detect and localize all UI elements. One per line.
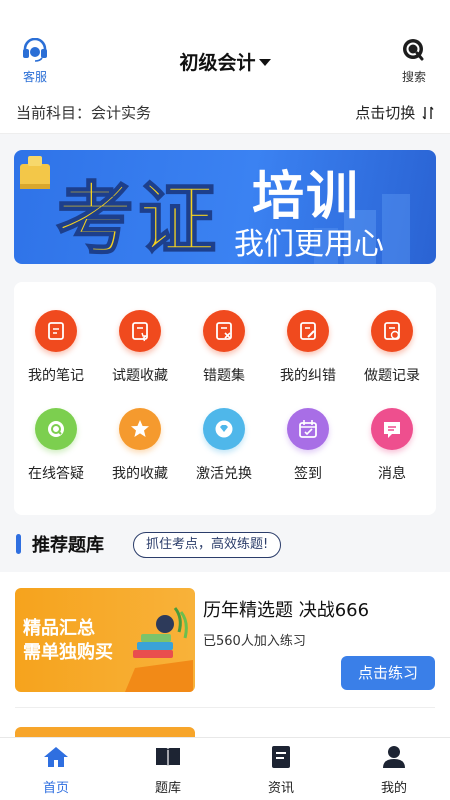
grid-item-practice-record[interactable]: 做题记录 bbox=[350, 310, 434, 385]
grid-item-label: 错题集 bbox=[203, 368, 245, 384]
caret-down-icon bbox=[258, 58, 271, 66]
grid-item-diamond[interactable]: 激活兑换 bbox=[182, 408, 266, 483]
wrong-questions-icon bbox=[203, 310, 245, 352]
thumbnail-line2: 需单独购买 bbox=[23, 641, 113, 662]
online-qa-icon bbox=[35, 408, 77, 450]
banner-line2: 培训 bbox=[252, 168, 360, 226]
promo-banner[interactable]: 考证 培训 我们更用心 bbox=[14, 150, 436, 264]
course-title: 历年精选题 决战666 bbox=[203, 600, 370, 621]
switch-subject-button[interactable]: 点击切换 bbox=[355, 102, 434, 123]
tab-news[interactable]: 资讯 bbox=[241, 746, 321, 796]
star-icon bbox=[119, 408, 161, 450]
banner-line3: 我们更用心 bbox=[234, 228, 384, 261]
course-participants: 已560人加入练习 bbox=[203, 634, 306, 649]
feature-grid: 我的笔记 试题收藏 错题集 我的纠错 做题记录在线答疑 我的收藏 激活兑换 签到 消息 bbox=[14, 282, 436, 515]
search-label: 搜索 bbox=[401, 70, 426, 84]
course-list: 精品汇总 需单独购买 历年精选题 决战666 已560人加入练习 点击练习 bbox=[0, 572, 450, 737]
grid-item-label: 我的纠错 bbox=[280, 368, 336, 384]
subject-bar: 当前科目：会计实务 点击切换 bbox=[0, 92, 450, 134]
grid-item-message[interactable]: 消息 bbox=[350, 408, 434, 483]
bottom-tab-bar: 首页 题库 资讯 我的 bbox=[0, 737, 450, 800]
home-icon bbox=[44, 747, 68, 767]
tab-question-bank-label: 题库 bbox=[154, 781, 181, 796]
user-icon bbox=[383, 746, 405, 768]
page-title: 初级会计 bbox=[179, 52, 256, 74]
grid-item-label: 激活兑换 bbox=[196, 466, 252, 482]
search-icon bbox=[403, 39, 424, 61]
message-icon bbox=[371, 408, 413, 450]
banner-line1: 考证 bbox=[56, 175, 220, 263]
tab-news-label: 资讯 bbox=[267, 781, 294, 796]
list-divider bbox=[15, 707, 435, 708]
exam-selector[interactable]: 初级会计 bbox=[0, 48, 450, 75]
tab-home-label: 首页 bbox=[42, 781, 69, 796]
recommend-heading: 推荐题库 bbox=[32, 535, 104, 556]
grid-item-online-qa[interactable]: 在线答疑 bbox=[14, 408, 98, 483]
course-item[interactable]: 精品汇总 需单独购买 历年精选题 决战666 已560人加入练习 点击练习 bbox=[0, 588, 450, 692]
tab-profile-label: 我的 bbox=[380, 781, 407, 796]
grid-item-calendar[interactable]: 签到 bbox=[266, 408, 350, 483]
next-course-thumbnail[interactable] bbox=[15, 727, 195, 737]
grid-item-label: 试题收藏 bbox=[112, 368, 168, 384]
practice-record-icon bbox=[371, 310, 413, 352]
grid-item-star[interactable]: 我的收藏 bbox=[98, 408, 182, 483]
tab-question-bank[interactable]: 题库 bbox=[128, 746, 208, 796]
question-favorite-icon bbox=[119, 310, 161, 352]
grid-item-wrong-questions[interactable]: 错题集 bbox=[182, 310, 266, 385]
recommend-header: 推荐题库 抓住考点，高效练题! bbox=[0, 528, 450, 568]
current-subject: 当前科目：会计实务 bbox=[16, 104, 152, 122]
section-accent-bar bbox=[16, 534, 21, 554]
grid-item-question-favorite[interactable]: 试题收藏 bbox=[98, 310, 182, 385]
tab-profile[interactable]: 我的 bbox=[354, 746, 434, 796]
grid-item-label: 我的收藏 bbox=[112, 466, 168, 482]
grid-item-correction[interactable]: 我的纠错 bbox=[266, 310, 350, 385]
recommend-tag: 抓住考点，高效练题! bbox=[133, 532, 282, 558]
thumbnail-graphic: 精品汇总 需单独购买 bbox=[23, 607, 193, 692]
grid-item-label: 我的笔记 bbox=[28, 368, 84, 384]
grid-item-label: 做题记录 bbox=[364, 368, 420, 384]
news-icon bbox=[272, 746, 290, 768]
grid-item-label: 在线答疑 bbox=[28, 466, 84, 482]
swap-icon bbox=[422, 106, 434, 120]
grid-item-note[interactable]: 我的笔记 bbox=[14, 310, 98, 385]
top-header: 客服 初级会计 搜索 bbox=[0, 0, 450, 92]
thumbnail-line1: 精品汇总 bbox=[23, 617, 95, 638]
grid-item-label: 消息 bbox=[378, 466, 406, 482]
grid-item-label: 签到 bbox=[294, 466, 322, 482]
book-icon bbox=[156, 748, 180, 767]
diamond-icon bbox=[203, 408, 245, 450]
switch-subject-label: 点击切换 bbox=[355, 104, 416, 122]
course-thumbnail: 精品汇总 需单独购买 bbox=[15, 588, 195, 692]
calendar-icon bbox=[287, 408, 329, 450]
tab-home[interactable]: 首页 bbox=[16, 746, 96, 796]
banner-graphic: 考证 培训 我们更用心 bbox=[20, 156, 410, 264]
note-icon bbox=[35, 310, 77, 352]
correction-icon bbox=[287, 310, 329, 352]
search-button[interactable]: 搜索 bbox=[398, 38, 430, 85]
start-practice-button[interactable]: 点击练习 bbox=[341, 656, 435, 690]
